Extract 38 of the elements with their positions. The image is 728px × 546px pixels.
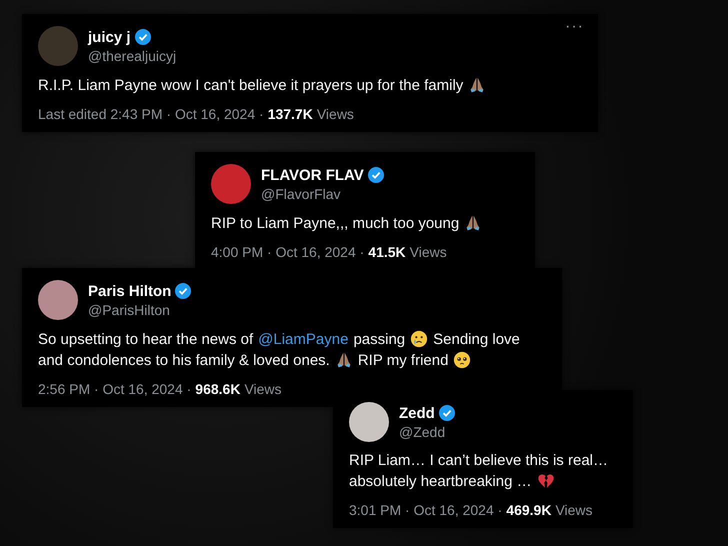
display-name: Zedd (399, 404, 435, 422)
tweet-text: RIP Liam… I can’t believe this is real… (349, 452, 608, 469)
timestamp: Last edited 2:43 PM · Oct 16, 2024 · (38, 106, 264, 122)
tweet-text: Sending love (433, 330, 520, 348)
timestamp: 3:01 PM · Oct 16, 2024 · (349, 502, 502, 518)
mention-link[interactable]: @LiamPayne (258, 330, 348, 348)
views-label: Views (555, 502, 593, 518)
tweet-text: RIP my friend (358, 352, 448, 368)
view-count: 968.6K (195, 381, 240, 397)
tweet-text: absolutely heartbreaking … (349, 472, 532, 490)
avatar (38, 26, 78, 66)
user-handle: @Zedd (399, 424, 446, 440)
tweet-text: passing (353, 330, 406, 348)
views-label: Views (410, 244, 447, 260)
tweet-text: and condolences to his family & loved ones. (38, 352, 330, 368)
view-count: 41.5K (368, 244, 406, 260)
avatar (211, 164, 251, 204)
display-name: Paris Hilton (88, 282, 172, 300)
view-count: 137.7K (268, 106, 313, 122)
avatar (38, 280, 78, 320)
user-handle: @ParisHilton (88, 302, 171, 318)
broken-heart-icon (536, 472, 555, 490)
user-handle: @FlavorFlav (261, 186, 342, 202)
views-label: Views (244, 381, 282, 397)
display-name: juicy j (88, 28, 131, 46)
crying-face-icon (410, 330, 428, 348)
tweet-text: So upsetting to hear the news of (38, 330, 254, 348)
tweet-text: RIP to Liam Payne,,, much too young (211, 214, 460, 232)
display-name: FLAVOR FLAV (261, 166, 364, 184)
avatar (349, 402, 389, 442)
view-count: 469.9K (506, 502, 552, 518)
timestamp: 2:56 PM · Oct 16, 2024 · (38, 381, 192, 397)
more-options-icon[interactable]: ··· (565, 18, 584, 36)
timestamp: 4:00 PM · Oct 16, 2024 · (211, 244, 364, 260)
pleading-face-icon (453, 351, 472, 369)
tweet-text: R.I.P. Liam Payne wow I can't believe it prayers up for the family (38, 76, 464, 94)
user-handle: @therealjuicyj (88, 48, 176, 64)
views-label: Views (316, 106, 354, 122)
